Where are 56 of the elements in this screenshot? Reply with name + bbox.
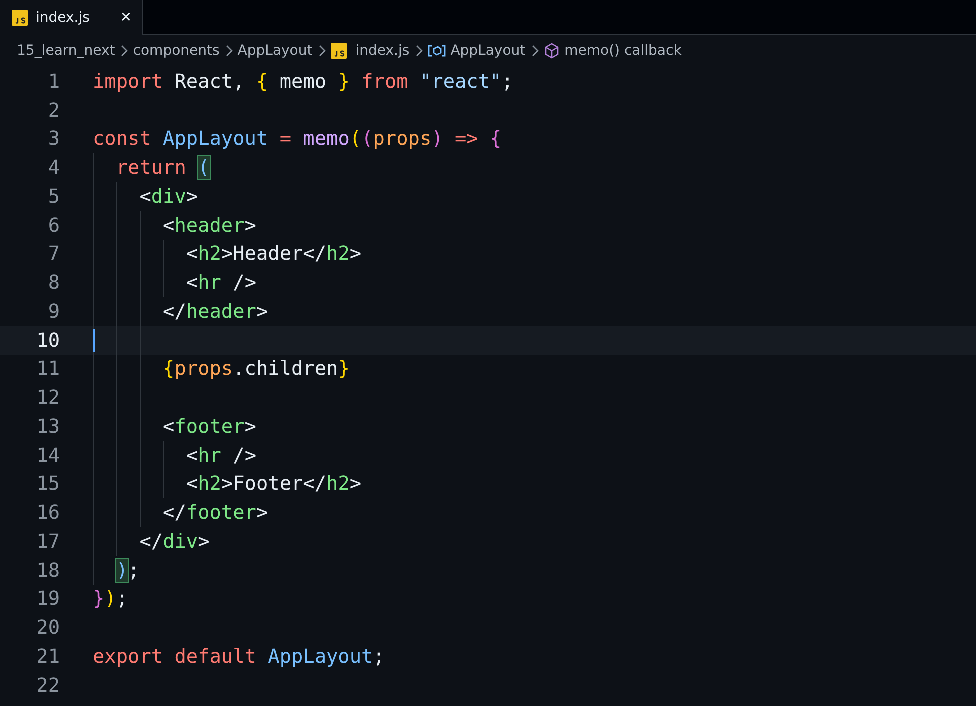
code-line: return ( xyxy=(115,156,210,180)
line-number: 20 xyxy=(36,616,60,640)
text-cursor xyxy=(93,328,95,352)
line-number: 2 xyxy=(47,98,60,122)
code-line: const AppLayout = memo((props) => { xyxy=(93,127,502,150)
close-icon[interactable]: ✕ xyxy=(120,10,132,26)
chevron-icon xyxy=(224,45,233,57)
line-number: 21 xyxy=(36,644,60,668)
breadcrumb-item[interactable]: 15_learn_next xyxy=(17,43,116,59)
line-number: 17 xyxy=(36,530,60,553)
code-line: <header> xyxy=(162,214,256,237)
line-number: 3 xyxy=(47,127,60,150)
code-line: {props.children} xyxy=(162,357,350,380)
code-line: <h2>Footer</h2> xyxy=(185,472,362,496)
code-line: import React, { memo } from "react"; xyxy=(93,70,514,93)
code-line: </div> xyxy=(138,530,210,553)
editor-tab[interactable]: index.js ✕ xyxy=(0,0,143,35)
chevron-icon xyxy=(318,45,326,57)
code-line: <hr /> xyxy=(185,444,256,467)
variable-icon xyxy=(428,44,446,58)
line-number: 13 xyxy=(36,414,60,438)
line-number: 8 xyxy=(47,271,60,294)
cube-icon xyxy=(544,43,560,59)
code-line: <footer> xyxy=(162,414,256,438)
breadcrumb-item[interactable]: AppLayout xyxy=(450,43,526,59)
line-number: 5 xyxy=(47,184,60,208)
line-number: 4 xyxy=(47,156,60,180)
chevron-icon xyxy=(530,45,539,57)
line-number: 6 xyxy=(47,214,60,237)
breadcrumb-item[interactable]: AppLayout xyxy=(238,43,313,59)
chevron-icon xyxy=(120,45,128,57)
code-line: <hr /> xyxy=(185,271,256,294)
line-number: 11 xyxy=(36,357,60,380)
line-number: 14 xyxy=(36,444,60,467)
code-line: export default AppLayout; xyxy=(93,644,385,668)
line-number: 22 xyxy=(36,674,60,697)
breadcrumb-item[interactable]: index.js xyxy=(356,43,410,59)
breadcrumb-item[interactable]: memo() callback xyxy=(564,43,682,59)
code-line: <h2>Header</h2> xyxy=(185,242,362,266)
js-file-icon xyxy=(330,43,347,59)
js-file-icon xyxy=(12,10,28,26)
line-number: 16 xyxy=(36,501,60,524)
code-line: </footer> xyxy=(162,501,268,524)
line-number: 18 xyxy=(36,558,60,582)
line-number: 9 xyxy=(47,300,60,323)
line-number: 19 xyxy=(36,587,60,610)
line-number: 7 xyxy=(47,242,60,266)
code-line: </header> xyxy=(162,300,268,323)
line-number: 1 xyxy=(47,70,60,93)
code-line: }); xyxy=(93,587,128,610)
line-number: 15 xyxy=(36,472,60,496)
chevron-icon xyxy=(414,45,423,57)
breadcrumb-item[interactable]: components xyxy=(133,43,220,59)
line-number: 10 xyxy=(36,328,60,352)
line-number: 12 xyxy=(36,386,60,410)
code-line: <div> xyxy=(138,184,198,208)
